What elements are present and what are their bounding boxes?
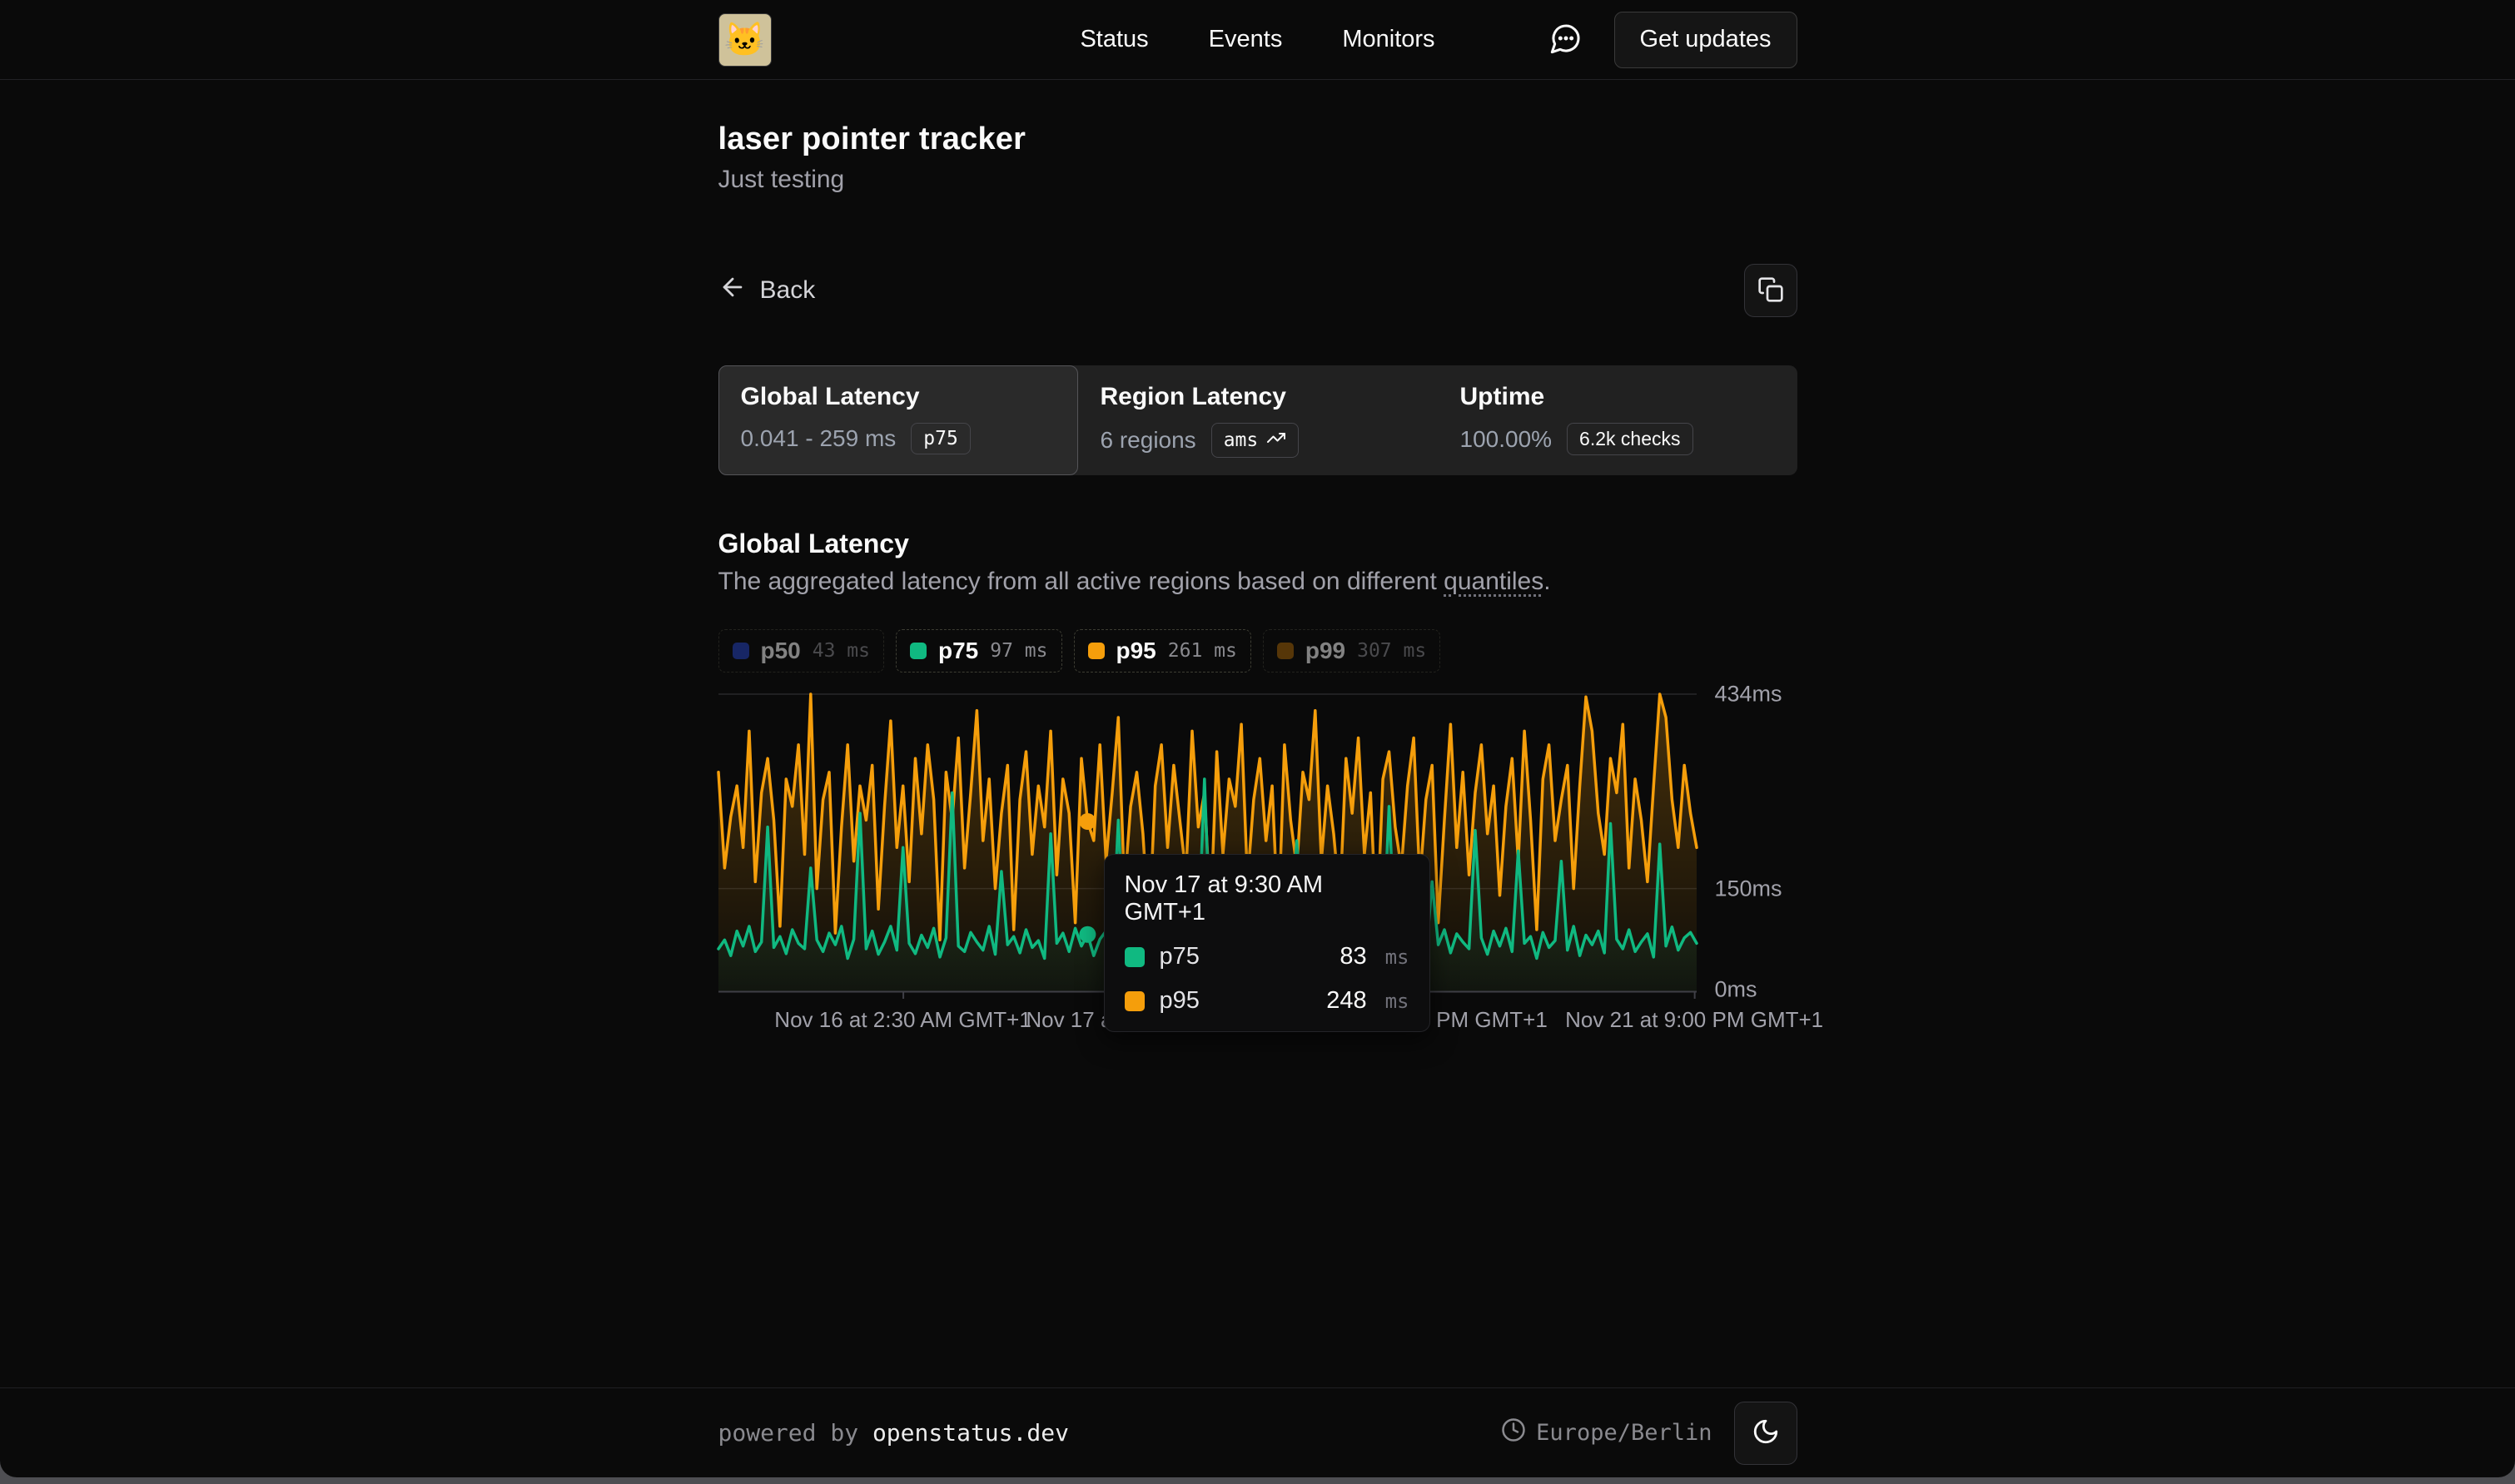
page-subtitle: Just testing — [718, 166, 1797, 194]
tooltip-value: 248 — [1326, 987, 1366, 1015]
theme-toggle-button[interactable] — [1734, 1402, 1797, 1465]
legend-value: 307 ms — [1357, 640, 1426, 662]
tooltip-value: 83 — [1340, 943, 1366, 970]
nav-link-status[interactable]: Status — [1080, 26, 1148, 53]
quantiles-link[interactable]: quantiles — [1444, 568, 1543, 595]
quantile-badge: p75 — [911, 423, 971, 454]
tab-title: Uptime — [1460, 383, 1775, 411]
legend-label: p75 — [938, 638, 978, 664]
metric-tabs: Global Latency 0.041 - 259 ms p75 Region… — [718, 365, 1797, 475]
back-label: Back — [760, 276, 816, 305]
footer: powered by openstatus.dev Europe/Berlin — [0, 1387, 2515, 1477]
page-title: laser pointer tracker — [718, 122, 1797, 157]
legend-toggle-p95[interactable]: p95 261 ms — [1074, 629, 1251, 673]
p75-swatch — [1125, 947, 1145, 967]
logo-cat-avatar[interactable]: 🐱 — [718, 13, 772, 67]
message-bubble-icon — [1549, 22, 1583, 57]
tab-title: Global Latency — [741, 383, 1056, 411]
get-updates-button[interactable]: Get updates — [1614, 12, 1797, 68]
tab-value: 6 regions — [1101, 427, 1196, 454]
tooltip-row-p95: p95 248 ms — [1125, 987, 1409, 1015]
y-tick-mid: 150ms — [1715, 876, 1782, 902]
checks-badge: 6.2k checks — [1567, 423, 1692, 455]
y-axis: 434ms 150ms 0ms — [1697, 686, 1797, 999]
y-tick-max: 434ms — [1715, 682, 1782, 707]
cat-image: 🐱 — [724, 20, 766, 59]
legend-value: 261 ms — [1168, 640, 1237, 662]
region-badge: ams — [1211, 423, 1300, 458]
p50-swatch — [733, 643, 749, 659]
back-button[interactable]: Back — [718, 273, 816, 308]
tooltip-series-label: p95 — [1160, 987, 1200, 1015]
feedback-chat-button[interactable] — [1549, 22, 1583, 57]
legend-toggle-p50[interactable]: p50 43 ms — [718, 629, 885, 673]
legend-label: p99 — [1305, 638, 1345, 664]
chart-plot-area[interactable]: Nov 17 at 9:30 AM GMT+1 p75 83 ms p95 24… — [718, 686, 1697, 999]
tab-region-latency[interactable]: Region Latency 6 regions ams — [1078, 365, 1438, 475]
tab-value: 100.00% — [1460, 426, 1553, 453]
region-badge-label: ams — [1224, 429, 1259, 451]
x-tick-1: Nov 16 at 2:30 AM GMT+1 — [774, 1007, 1031, 1033]
nav-links: Status Events Monitors — [1080, 26, 1434, 53]
arrow-left-icon — [718, 273, 747, 308]
nav-link-monitors[interactable]: Monitors — [1342, 26, 1434, 53]
y-tick-zero: 0ms — [1715, 977, 1757, 1003]
copy-icon — [1757, 276, 1784, 305]
legend-toggle-p99[interactable]: p99 307 ms — [1263, 629, 1440, 673]
x-tick-4: Nov 21 at 9:00 PM GMT+1 — [1565, 1007, 1823, 1033]
openstatus-link[interactable]: openstatus.dev — [872, 1419, 1069, 1447]
section-description: The aggregated latency from all active r… — [718, 568, 1797, 596]
powered-by-text: powered by openstatus.dev — [718, 1419, 1069, 1447]
tooltip-row-p75: p75 83 ms — [1125, 943, 1409, 970]
description-period: . — [1543, 568, 1550, 595]
tooltip-unit: ms — [1385, 990, 1409, 1013]
trending-up-icon — [1266, 428, 1286, 453]
moon-icon — [1752, 1417, 1780, 1448]
legend-value: 43 ms — [813, 640, 870, 662]
timezone-display: Europe/Berlin — [1501, 1417, 1712, 1448]
clock-icon — [1501, 1417, 1526, 1448]
tab-uptime[interactable]: Uptime 100.00% 6.2k checks — [1438, 365, 1797, 475]
p99-swatch — [1277, 643, 1294, 659]
chart-legend: p50 43 ms p75 97 ms p95 261 ms p99 307 m… — [718, 629, 1797, 673]
description-text: The aggregated latency from all active r… — [718, 568, 1444, 595]
latency-chart: Nov 17 at 9:30 AM GMT+1 p75 83 ms p95 24… — [718, 686, 1797, 999]
legend-value: 97 ms — [990, 640, 1047, 662]
copy-link-button[interactable] — [1744, 264, 1797, 317]
tooltip-timestamp: Nov 17 at 9:30 AM GMT+1 — [1125, 871, 1409, 926]
tab-global-latency[interactable]: Global Latency 0.041 - 259 ms p75 — [718, 365, 1078, 475]
top-nav: 🐱 Status Events Monitors — [0, 0, 2515, 80]
status-page: 🐱 Status Events Monitors — [0, 0, 2515, 1477]
tab-value: 0.041 - 259 ms — [741, 425, 897, 452]
tab-title: Region Latency — [1101, 383, 1415, 411]
tooltip-series-label: p75 — [1160, 943, 1200, 970]
powered-prefix: powered by — [718, 1419, 872, 1447]
legend-toggle-p75[interactable]: p75 97 ms — [896, 629, 1062, 673]
timezone-label: Europe/Berlin — [1536, 1420, 1712, 1446]
nav-link-events[interactable]: Events — [1209, 26, 1283, 53]
legend-label: p95 — [1116, 638, 1156, 664]
chart-tooltip: Nov 17 at 9:30 AM GMT+1 p75 83 ms p95 24… — [1104, 854, 1430, 1032]
section-title: Global Latency — [718, 529, 1797, 559]
tooltip-unit: ms — [1385, 945, 1409, 969]
p95-swatch — [1088, 643, 1105, 659]
p75-swatch — [910, 643, 927, 659]
p95-swatch — [1125, 991, 1145, 1011]
legend-label: p50 — [761, 638, 801, 664]
